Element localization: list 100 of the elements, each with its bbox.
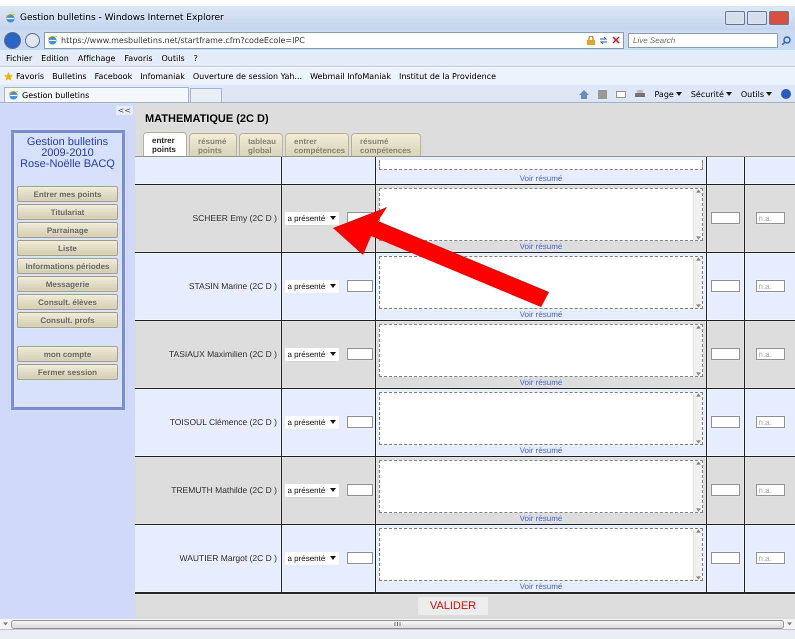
scroll-up-arrow-icon[interactable] bbox=[696, 392, 700, 397]
submit-button[interactable]: VALIDER bbox=[418, 597, 488, 616]
favorites-button[interactable]: Favoris bbox=[4, 72, 44, 80]
comment-textarea[interactable] bbox=[379, 460, 703, 513]
scroll-down-arrow-icon[interactable] bbox=[696, 508, 700, 512]
status-select[interactable]: a présenté bbox=[284, 416, 338, 429]
browser-tab[interactable]: Gestion bulletins bbox=[4, 87, 189, 102]
favorite-link[interactable]: Institut de la Providence bbox=[398, 72, 496, 80]
scroll-up-arrow-icon[interactable] bbox=[696, 460, 700, 465]
scroll-down-arrow-icon[interactable] bbox=[696, 304, 700, 308]
comment-textarea[interactable] bbox=[379, 160, 703, 170]
search-icon[interactable] bbox=[782, 36, 791, 44]
grade-input[interactable] bbox=[711, 416, 740, 428]
summary-link[interactable]: Voir résumé bbox=[520, 172, 562, 184]
student-name: TASIAUX Maximilien (2C D ) bbox=[169, 349, 277, 360]
printer-icon[interactable] bbox=[635, 90, 646, 98]
home-icon[interactable] bbox=[579, 90, 590, 98]
grade-input[interactable] bbox=[711, 552, 740, 564]
nav-button[interactable]: Consult. profs bbox=[17, 312, 118, 328]
student-name: WAUTIER Margot (2C D ) bbox=[180, 553, 277, 564]
status-select[interactable]: a présenté bbox=[284, 212, 338, 225]
grade-input[interactable] bbox=[711, 484, 740, 496]
minimize-button[interactable] bbox=[725, 11, 745, 25]
restore-button[interactable] bbox=[747, 11, 767, 25]
scroll-down-arrow-icon[interactable] bbox=[787, 622, 792, 626]
scroll-down-arrow-icon[interactable] bbox=[696, 440, 700, 444]
stop-icon[interactable] bbox=[612, 36, 620, 44]
summary-link[interactable]: Voir résumé bbox=[520, 308, 562, 320]
nav-button[interactable]: Entrer mes points bbox=[17, 186, 118, 202]
address-bar[interactable]: https://www.mesbulletins.net/startframe.cfm?codeEcole=IPC bbox=[44, 32, 624, 48]
score-input[interactable] bbox=[346, 552, 372, 564]
scroll-down-arrow-icon[interactable] bbox=[3, 622, 8, 626]
na-input[interactable]: n.a. bbox=[756, 552, 784, 564]
scroll-down-arrow-icon[interactable] bbox=[696, 236, 700, 240]
dropdown-arrow-icon bbox=[726, 92, 732, 96]
nav-button[interactable]: Consult. élèves bbox=[17, 294, 118, 310]
comment-textarea[interactable] bbox=[379, 324, 703, 377]
dropdown-arrow-icon bbox=[330, 556, 336, 560]
collapse-button[interactable]: << bbox=[116, 106, 133, 115]
score-input[interactable] bbox=[346, 280, 372, 292]
menu-item[interactable]: Affichage bbox=[78, 54, 116, 62]
score-input[interactable] bbox=[346, 416, 372, 428]
nav-button[interactable]: Messagerie bbox=[17, 276, 118, 292]
account-button[interactable]: Fermer session bbox=[17, 364, 118, 380]
na-input[interactable]: n.a. bbox=[756, 348, 784, 360]
globe-icon bbox=[6, 14, 15, 22]
comment-textarea[interactable] bbox=[379, 528, 703, 581]
status-select[interactable]: a présenté bbox=[284, 552, 338, 565]
summary-link[interactable]: Voir résumé bbox=[520, 444, 562, 456]
mail-icon[interactable] bbox=[616, 90, 626, 98]
na-input[interactable]: n.a. bbox=[756, 416, 784, 428]
section-tab[interactable]: entrer points bbox=[143, 132, 187, 156]
scroll-down-arrow-icon[interactable] bbox=[696, 576, 700, 580]
grade-input[interactable] bbox=[711, 280, 740, 292]
menu-item[interactable]: Favoris bbox=[124, 54, 152, 62]
grade-input[interactable] bbox=[711, 348, 740, 360]
nav-button[interactable]: Parrainage bbox=[17, 222, 118, 238]
subject-heading: MATHEMATIQUE (2C D) bbox=[144, 112, 270, 127]
globe-icon bbox=[48, 36, 57, 44]
forward-button[interactable] bbox=[25, 32, 40, 48]
na-input[interactable]: n.a. bbox=[756, 212, 784, 224]
menu-item[interactable]: ? bbox=[194, 54, 198, 62]
scroll-up-arrow-icon[interactable] bbox=[696, 528, 700, 533]
scrollbar-thumb[interactable] bbox=[11, 620, 784, 628]
comment-textarea[interactable] bbox=[379, 188, 703, 241]
student-name: STASIN Marine (2C D ) bbox=[188, 281, 277, 292]
dropdown-arrow-icon bbox=[676, 92, 682, 96]
scroll-up-arrow-icon[interactable] bbox=[696, 256, 700, 261]
menu-item[interactable]: Edition bbox=[41, 54, 69, 62]
nav-button[interactable]: Liste bbox=[17, 240, 118, 256]
score-input[interactable] bbox=[346, 348, 372, 360]
favorite-link[interactable]: Infomaniak bbox=[140, 72, 185, 80]
scroll-down-arrow-icon[interactable] bbox=[696, 372, 700, 376]
status-select[interactable]: a présenté bbox=[284, 280, 338, 293]
command-menu[interactable]: Page bbox=[654, 90, 682, 98]
na-input[interactable]: n.a. bbox=[756, 280, 784, 292]
status-select[interactable]: a présenté bbox=[284, 484, 338, 497]
comment-textarea[interactable] bbox=[379, 392, 703, 445]
refresh-icon[interactable] bbox=[599, 36, 608, 44]
score-input[interactable] bbox=[346, 484, 372, 496]
grade-input[interactable] bbox=[711, 212, 740, 224]
favorite-link[interactable]: Facebook bbox=[94, 72, 132, 80]
nav-button[interactable]: Informations périodes bbox=[17, 258, 118, 274]
command-menu[interactable]: Outils bbox=[740, 90, 772, 98]
search-field[interactable]: Live Search bbox=[628, 32, 778, 48]
account-button[interactable]: mon compte bbox=[17, 346, 118, 362]
status-select[interactable]: a présenté bbox=[284, 348, 338, 361]
menu-item[interactable]: Outils bbox=[162, 54, 185, 62]
command-menu[interactable]: Sécurité bbox=[690, 90, 732, 98]
scroll-up-arrow-icon[interactable] bbox=[696, 188, 700, 193]
na-input[interactable]: n.a. bbox=[756, 484, 784, 496]
favorite-link[interactable]: Webmail InfoManiak bbox=[310, 72, 391, 80]
menu-item[interactable]: Fichier bbox=[6, 54, 32, 62]
back-button[interactable] bbox=[4, 32, 21, 48]
favorite-link[interactable]: Bulletins bbox=[52, 72, 87, 80]
nav-button[interactable]: Titulariat bbox=[17, 204, 118, 220]
new-tab-button[interactable] bbox=[190, 88, 222, 102]
scroll-up-arrow-icon[interactable] bbox=[696, 324, 700, 329]
favorite-link[interactable]: Ouverture de session Yah... bbox=[192, 72, 302, 80]
summary-link[interactable]: Voir résumé bbox=[520, 580, 562, 592]
